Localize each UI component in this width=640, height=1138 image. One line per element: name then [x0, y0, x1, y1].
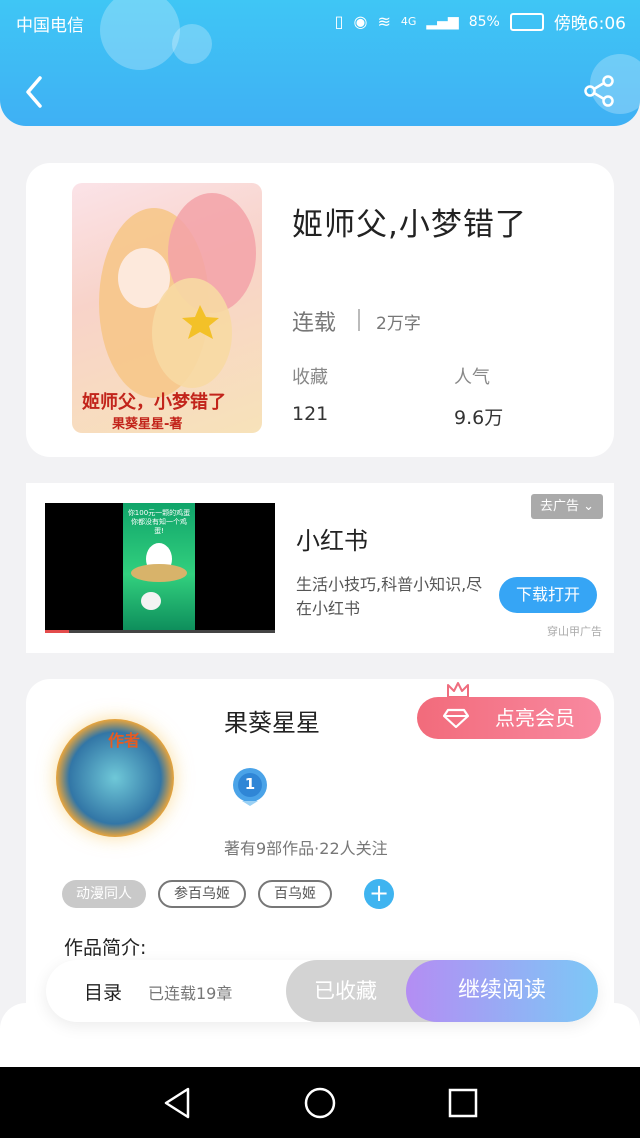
status-icons: ▯ ◉ ≋ 4G ▂▄▆ 85% 傍晚6:06 [335, 9, 626, 34]
book-word-count: 2万字 [376, 314, 421, 334]
toc-button[interactable]: 目录 [84, 978, 122, 1005]
add-tag-button[interactable]: + [364, 879, 394, 909]
back-arrow-icon [26, 76, 42, 108]
author-badge: 作者 [108, 731, 141, 750]
ad-video-progress-fill [45, 630, 69, 633]
egg-nest-image [131, 543, 187, 610]
ad-card[interactable]: 你100元一颗的鸡蛋 你都没有知一个鸡蛋! 去广告 ⌄ 小红书 生活小技巧,科普… [26, 483, 614, 653]
ad-video-caption: 你100元一颗的鸡蛋 你都没有知一个鸡蛋! [127, 509, 191, 535]
book-title: 姬师父,小梦错了 [292, 207, 527, 243]
action-bar: 目录 已连载19章 已收藏 继续阅读 [46, 960, 598, 1022]
signal-icon: ▂▄▆ [426, 13, 459, 30]
diamond-icon [443, 708, 469, 728]
wifi-icon: ≋ [377, 12, 391, 31]
author-stats: 著有9部作品·22人关注 [224, 839, 388, 858]
remove-ad-button[interactable]: 去广告 ⌄ [531, 494, 603, 519]
medal-number: 1 [244, 775, 256, 793]
vip-button[interactable]: 点亮会员 [417, 697, 601, 739]
plus-icon: + [368, 879, 390, 907]
battery-percent: 85% [468, 13, 500, 30]
remove-ad-label: 去广告 [539, 499, 579, 514]
vibrate-icon: ▯ [334, 12, 344, 31]
tag-item[interactable]: 动漫同人 [62, 880, 146, 908]
favorites-label: 收藏 [292, 367, 328, 388]
status-bar: 中国电信 ▯ ◉ ≋ 4G ▂▄▆ 85% 傍晚6:06 [0, 0, 640, 44]
tag-list: 动漫同人 参百乌姬 百乌姬 + [62, 879, 394, 909]
book-status: 连载 [292, 311, 337, 336]
ad-description: 生活小技巧,科普小知识,尽在小红书 [296, 575, 483, 618]
ad-download-button[interactable]: 下载打开 [499, 577, 597, 613]
app-header: 中国电信 ▯ ◉ ≋ 4G ▂▄▆ 85% 傍晚6:06 [0, 0, 640, 126]
tag-item[interactable]: 百乌姬 [258, 880, 332, 908]
eye-icon: ◉ [353, 12, 368, 31]
nav-back-icon[interactable] [160, 1085, 196, 1121]
intro-label: 作品简介: [64, 937, 147, 959]
back-button[interactable] [20, 74, 50, 110]
ad-video-progress [45, 630, 275, 633]
popularity-value: 9.6万 [454, 407, 504, 429]
nav-recent-icon[interactable] [445, 1085, 481, 1121]
popularity-label: 人气 [454, 367, 490, 388]
ad-video-frame: 你100元一颗的鸡蛋 你都没有知一个鸡蛋! [123, 503, 195, 633]
favorites-value: 121 [292, 403, 329, 425]
divider [358, 309, 360, 331]
battery-icon [509, 12, 544, 31]
cover-author: 果葵星星-著 [112, 417, 183, 432]
author-name[interactable]: 果葵星星 [224, 703, 320, 738]
clock: 傍晚6:06 [553, 14, 626, 34]
nav-home-icon[interactable] [302, 1085, 338, 1121]
network-type: 4G [400, 15, 417, 28]
system-nav-bar [0, 1067, 640, 1138]
ad-video[interactable]: 你100元一颗的鸡蛋 你都没有知一个鸡蛋! [45, 503, 275, 633]
cover-title: 姬师父，小梦错了 [82, 392, 226, 413]
ad-source: 穿山甲广告 [547, 625, 602, 638]
book-cover[interactable]: 姬师父，小梦错了 果葵星星-著 [72, 183, 262, 433]
share-button[interactable] [582, 74, 616, 108]
continue-reading-button[interactable]: 继续阅读 [406, 960, 598, 1022]
ad-title: 小红书 [296, 527, 368, 555]
carrier-label: 中国电信 [16, 16, 84, 36]
author-medal: 1 [232, 767, 268, 807]
vip-button-label: 点亮会员 [495, 706, 575, 730]
tag-item[interactable]: 参百乌姬 [158, 880, 246, 908]
chevron-down-icon: ⌄ [583, 499, 595, 514]
chapter-count: 已连载19章 [148, 984, 233, 1003]
share-icon [584, 75, 614, 107]
book-info-card: 姬师父，小梦错了 果葵星星-著 姬师父,小梦错了 连载 2万字 收藏 人气 12… [26, 163, 614, 457]
